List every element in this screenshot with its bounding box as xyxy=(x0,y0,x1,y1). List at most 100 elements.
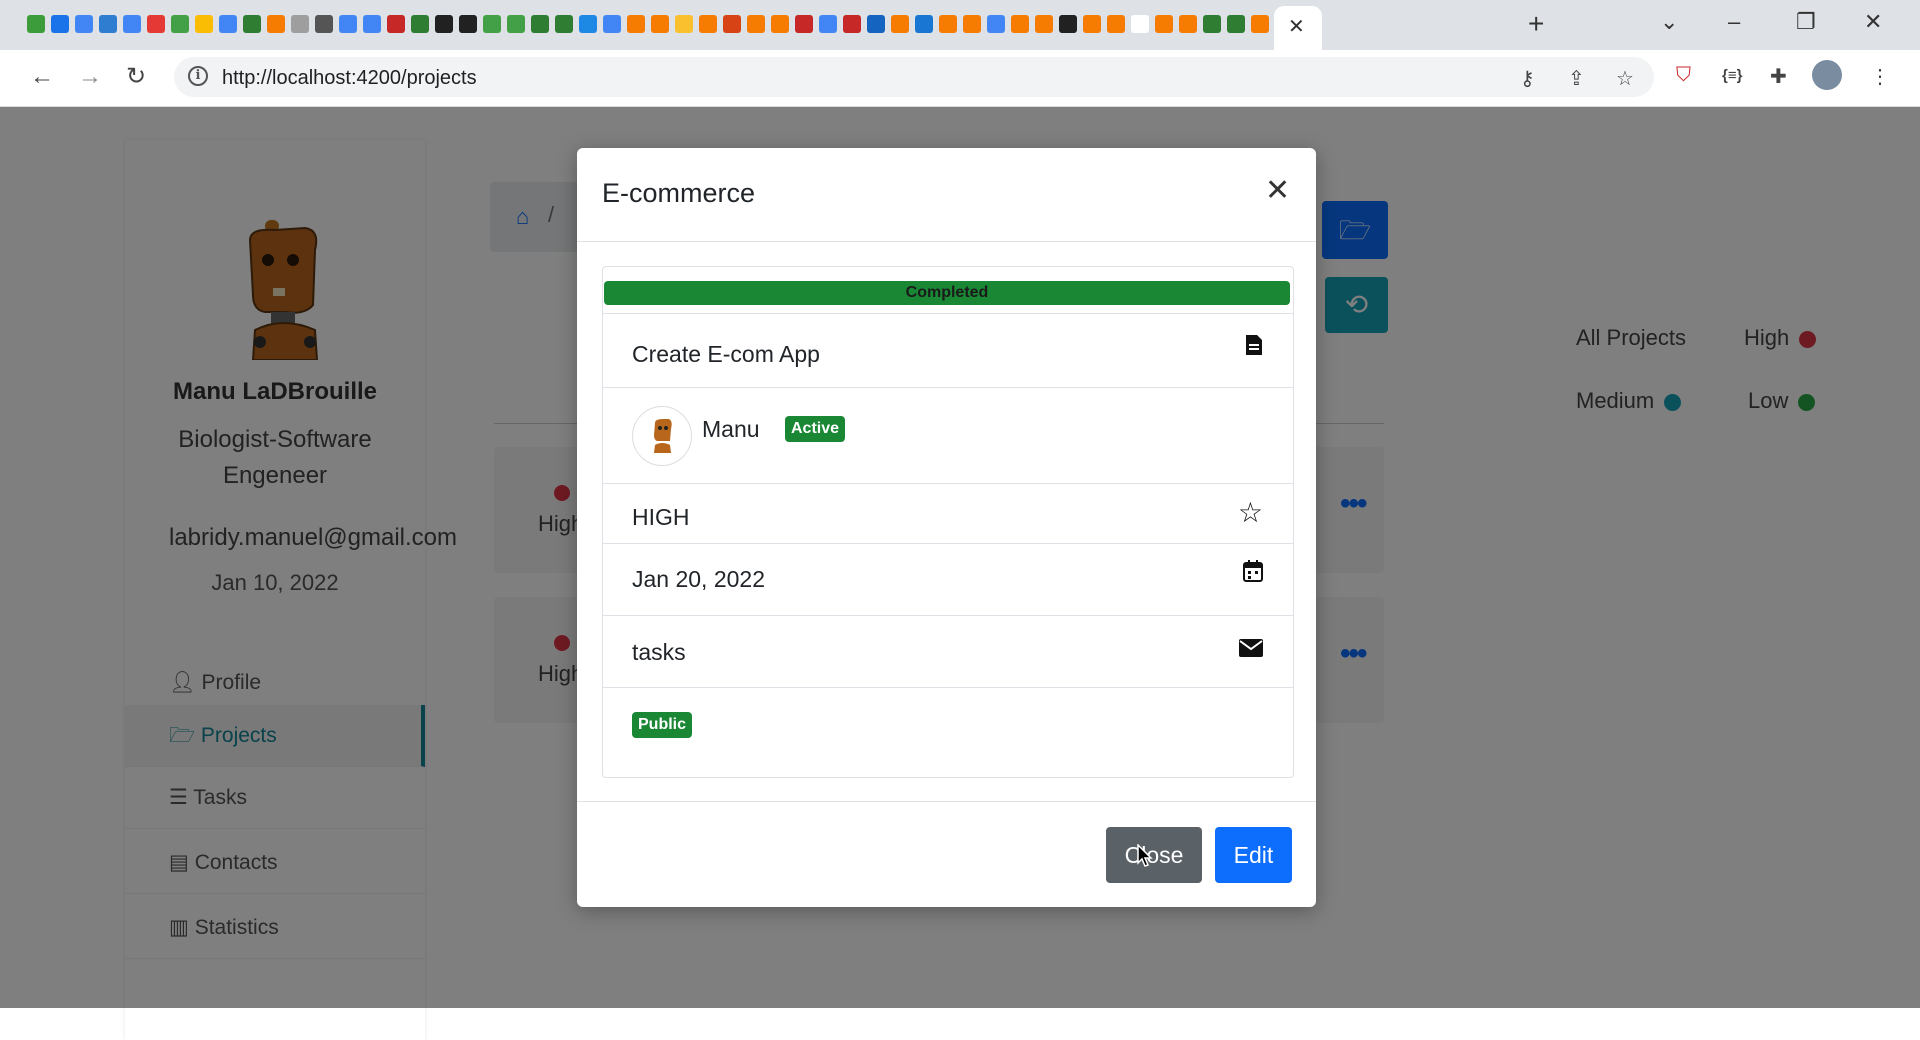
browser-toolbar: ← → ↻ i http://localhost:4200/projects ⚷… xyxy=(0,50,1920,107)
forward-icon[interactable]: → xyxy=(78,62,102,92)
tab-favicon-icon[interactable] xyxy=(1035,15,1053,33)
tab-favicon-icon[interactable] xyxy=(483,15,501,33)
status-progress-bar: Completed xyxy=(604,281,1290,305)
tab-favicon-icon[interactable] xyxy=(987,15,1005,33)
tab-favicon-icon[interactable] xyxy=(363,15,381,33)
tab-favicon-icon[interactable] xyxy=(435,15,453,33)
tab-favicon-icon[interactable] xyxy=(291,15,309,33)
tab-favicon-icon[interactable] xyxy=(51,15,69,33)
list-item-due-date: Jan 20, 2022 xyxy=(603,543,1293,615)
tab-favicon-icon[interactable] xyxy=(243,15,261,33)
tab-favicon-icon[interactable] xyxy=(579,15,597,33)
reload-icon[interactable]: ↻ xyxy=(126,62,146,92)
menu-kebab-icon[interactable]: ⋮ xyxy=(1870,64,1890,89)
tab-favicon-icon[interactable] xyxy=(939,15,957,33)
tab-favicon-icon[interactable] xyxy=(1203,15,1221,33)
tab-favicon-icon[interactable] xyxy=(1131,15,1149,33)
key-icon[interactable]: ⚷ xyxy=(1520,66,1535,91)
tab-favicon-icon[interactable] xyxy=(507,15,525,33)
tab-favicon-icon[interactable] xyxy=(1227,15,1245,33)
tab-favicon-icon[interactable] xyxy=(867,15,885,33)
list-item-description: Create E-com App xyxy=(603,313,1293,387)
back-icon[interactable]: ← xyxy=(30,62,54,92)
tab-favicon-icon[interactable] xyxy=(747,15,765,33)
tab-favicon-icon[interactable] xyxy=(411,15,429,33)
calendar-icon[interactable] xyxy=(1243,560,1263,589)
extension-shield-icon[interactable]: ⛉ xyxy=(1676,64,1691,87)
tab-favicon-icon[interactable] xyxy=(315,15,333,33)
tab-favicon-icon[interactable] xyxy=(171,15,189,33)
owner-name: Manu xyxy=(702,416,760,442)
site-info-icon[interactable]: i xyxy=(188,66,208,86)
file-icon[interactable] xyxy=(1245,334,1263,363)
project-description: Create E-com App xyxy=(632,341,820,367)
tab-favicon-icon[interactable] xyxy=(1179,15,1197,33)
tab-favicon-icon[interactable] xyxy=(195,15,213,33)
tab-favicon-icon[interactable] xyxy=(99,15,117,33)
tab-favicon-icon[interactable] xyxy=(915,15,933,33)
tab-favicon-icon[interactable] xyxy=(219,15,237,33)
tab-favicon-icon[interactable] xyxy=(771,15,789,33)
tab-favicon-icon[interactable] xyxy=(675,15,693,33)
tab-favicon-icon[interactable] xyxy=(459,15,477,33)
status-badge: Active xyxy=(785,416,846,442)
tab-favicon-icon[interactable] xyxy=(1251,15,1269,33)
category-value: tasks xyxy=(632,639,686,665)
list-item-priority: HIGH ☆ xyxy=(603,483,1293,543)
tab-favicon-icon[interactable] xyxy=(1083,15,1101,33)
tab-close-icon[interactable]: ✕ xyxy=(1288,14,1305,39)
tab-favicon-icon[interactable] xyxy=(819,15,837,33)
tab-favicons[interactable] xyxy=(24,13,1269,37)
modal-header: E-commerce ✕ xyxy=(577,148,1316,242)
tab-favicon-icon[interactable] xyxy=(1059,15,1077,33)
tab-favicon-icon[interactable] xyxy=(723,15,741,33)
minimize-icon[interactable]: – xyxy=(1728,8,1740,36)
restore-icon[interactable]: ❐ xyxy=(1796,8,1816,36)
tab-favicon-icon[interactable] xyxy=(963,15,981,33)
tab-favicon-icon[interactable] xyxy=(1011,15,1029,33)
close-icon[interactable]: ✕ xyxy=(1265,176,1290,206)
project-detail-card: Completed Create E-com App Manu Active H… xyxy=(602,266,1294,778)
tab-favicon-icon[interactable] xyxy=(555,15,573,33)
edit-button[interactable]: Edit xyxy=(1215,827,1292,883)
envelope-icon[interactable] xyxy=(1239,636,1263,664)
tab-favicon-icon[interactable] xyxy=(387,15,405,33)
list-item-category: tasks xyxy=(603,615,1293,687)
mouse-cursor-icon xyxy=(1137,844,1153,867)
tab-favicon-icon[interactable] xyxy=(123,15,141,33)
active-tab[interactable]: ✕ xyxy=(1274,6,1322,50)
url-text[interactable]: http://localhost:4200/projects xyxy=(222,67,477,90)
tab-favicon-icon[interactable] xyxy=(891,15,909,33)
star-icon[interactable]: ☆ xyxy=(1238,496,1263,529)
extensions-puzzle-icon[interactable]: ✚ xyxy=(1770,64,1787,89)
json-extension-icon[interactable]: {≡} xyxy=(1722,67,1742,84)
tab-favicon-icon[interactable] xyxy=(27,15,45,33)
tab-favicon-icon[interactable] xyxy=(531,15,549,33)
tab-favicon-icon[interactable] xyxy=(75,15,93,33)
modal-footer: Close Edit xyxy=(577,801,1316,908)
tab-favicon-icon[interactable] xyxy=(603,15,621,33)
tab-favicon-icon[interactable] xyxy=(1155,15,1173,33)
robot-avatar-small xyxy=(654,419,672,453)
window-close-icon[interactable]: ✕ xyxy=(1864,8,1882,36)
visibility-badge: Public xyxy=(632,712,693,738)
address-bar[interactable]: i http://localhost:4200/projects ⚷ ⇪ ☆ xyxy=(174,57,1654,97)
close-button[interactable]: Close xyxy=(1106,827,1202,883)
priority-value: HIGH xyxy=(632,504,690,530)
tab-favicon-icon[interactable] xyxy=(267,15,285,33)
tab-favicon-icon[interactable] xyxy=(699,15,717,33)
tab-favicon-icon[interactable] xyxy=(651,15,669,33)
tab-favicon-icon[interactable] xyxy=(339,15,357,33)
profile-avatar[interactable] xyxy=(1812,60,1842,90)
tab-search-chevron-icon[interactable]: ⌄ xyxy=(1660,8,1678,36)
new-tab-button[interactable]: + xyxy=(1528,8,1544,40)
tab-favicon-icon[interactable] xyxy=(627,15,645,33)
list-item-owner: Manu Active xyxy=(603,387,1293,483)
bookmark-star-icon[interactable]: ☆ xyxy=(1616,66,1634,91)
tab-favicon-icon[interactable] xyxy=(147,15,165,33)
tab-favicon-icon[interactable] xyxy=(1107,15,1125,33)
tab-favicon-icon[interactable] xyxy=(795,15,813,33)
tab-favicon-icon[interactable] xyxy=(843,15,861,33)
due-date: Jan 20, 2022 xyxy=(632,566,766,592)
share-icon[interactable]: ⇪ xyxy=(1568,66,1585,91)
